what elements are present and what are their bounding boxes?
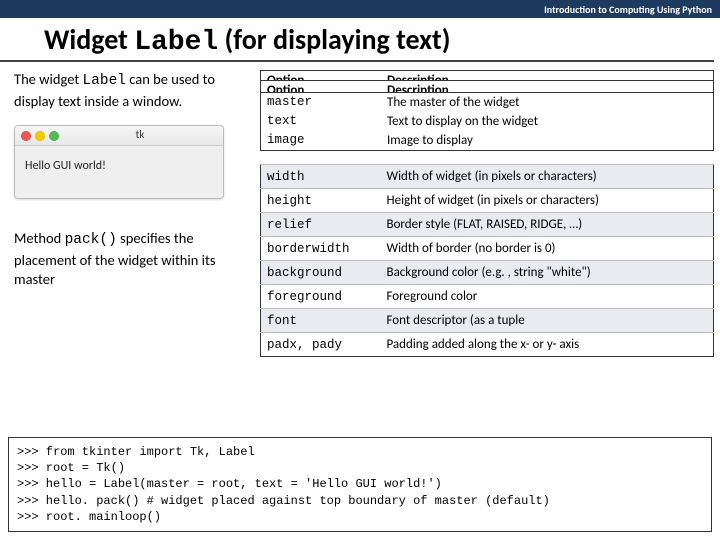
table-row: fontFont descriptor (as a tuple: [261, 309, 714, 333]
cell-description: Height of widget (in pixels or character…: [381, 189, 714, 213]
cell-option: padx, pady: [261, 333, 381, 357]
page-title: Widget Label (for displaying text): [0, 18, 714, 62]
table-row: foregroundForeground color: [261, 285, 714, 309]
overlay-table-3: master The master of the widget text Tex…: [260, 92, 714, 151]
intro-prefix: The widget: [14, 70, 82, 88]
title-suffix: (for displaying text): [218, 22, 450, 57]
table-row: backgroundBackground color (e.g. , strin…: [261, 261, 714, 285]
options-table: widthWidth of widget (in pixels or chara…: [260, 164, 714, 357]
table-row: reliefBorder style (FLAT, RAISED, RIDGE,…: [261, 213, 714, 237]
title-prefix: Widget: [44, 22, 134, 57]
cell-option: background: [261, 261, 381, 285]
left-column: The widget Label can be used to display …: [14, 70, 252, 357]
cell-description: Width of border (no border is 0): [381, 237, 714, 261]
mini-window-body: Hello GUI world!: [15, 146, 223, 198]
cell-option: master: [261, 93, 381, 112]
course-header-text: Introduction to Computing Using Python: [544, 3, 712, 16]
overlay-tables: Option Description Option Description ma…: [260, 70, 714, 164]
cell-option: relief: [261, 213, 381, 237]
table-row: widthWidth of widget (in pixels or chara…: [261, 165, 714, 189]
cell-option: height: [261, 189, 381, 213]
code-example: >>> from tkinter import Tk, Label >>> ro…: [8, 437, 712, 532]
mini-window-titlebar: tk: [15, 126, 223, 146]
cell-description: Padding added along the x- or y- axis: [381, 333, 714, 357]
cell-description: Border style (FLAT, RAISED, RIDGE, …): [381, 213, 714, 237]
method-code: pack(): [65, 232, 117, 248]
cell-description: Width of widget (in pixels or characters…: [381, 165, 714, 189]
cell-option: text: [261, 112, 381, 131]
cell-description: Foreground color: [381, 285, 714, 309]
close-icon: [21, 131, 31, 141]
method-paragraph: Method pack() specifies the placement of…: [14, 229, 252, 290]
mini-window: tk Hello GUI world!: [14, 125, 224, 199]
table-row: heightHeight of widget (in pixels or cha…: [261, 189, 714, 213]
course-header: Introduction to Computing Using Python: [0, 0, 720, 18]
cell-option: font: [261, 309, 381, 333]
cell-description: Text to display on the widget: [381, 112, 713, 131]
cell-option: image: [261, 131, 381, 150]
cell-description: Font descriptor (as a tuple: [381, 309, 714, 333]
cell-description: Background color (e.g. , string "white"): [381, 261, 714, 285]
mini-window-title: tk: [63, 128, 217, 143]
title-code: Label: [134, 27, 218, 58]
intro-code: Label: [82, 73, 126, 89]
table-row: padx, padyPadding added along the x- or …: [261, 333, 714, 357]
cell-option: foreground: [261, 285, 381, 309]
cell-option: width: [261, 165, 381, 189]
minimize-icon: [35, 131, 45, 141]
table-row: borderwidthWidth of border (no border is…: [261, 237, 714, 261]
method-prefix: Method: [14, 229, 65, 247]
intro-paragraph: The widget Label can be used to display …: [14, 70, 252, 111]
zoom-icon: [49, 131, 59, 141]
cell-description: Image to display: [381, 131, 713, 150]
right-column: Option Description Option Description ma…: [260, 70, 714, 357]
cell-description: The master of the widget: [381, 93, 713, 112]
cell-option: borderwidth: [261, 237, 381, 261]
